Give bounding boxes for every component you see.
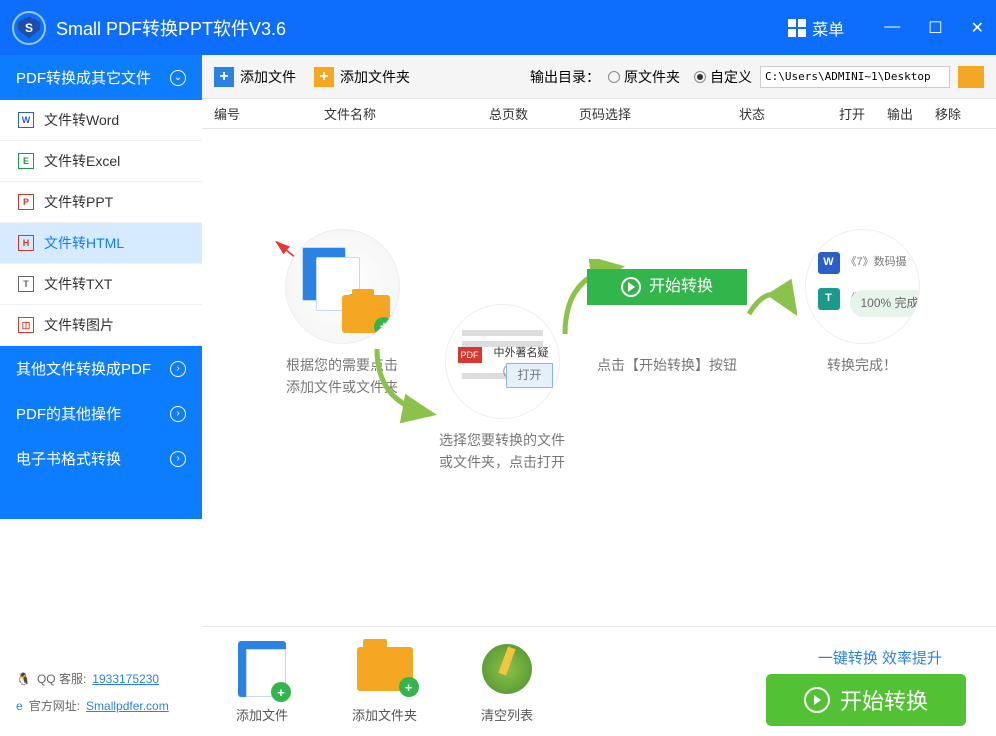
play-icon [621, 277, 641, 297]
sidebar-item-excel[interactable]: E 文件转Excel [0, 141, 202, 182]
sidebar-item-ppt[interactable]: P 文件转PPT [0, 182, 202, 223]
image-icon: ◫ [18, 317, 34, 333]
qq-icon: 🐧 [16, 672, 31, 686]
guide-step-3: 开始转换 点击【开始转换】按钮 [567, 229, 767, 376]
plus-icon: + [214, 67, 234, 87]
guide-text: 选择您要转换的文件 或文件夹，点击打开 [402, 429, 602, 474]
button-label: 添加文件 [240, 67, 296, 87]
html-icon: H [18, 235, 34, 251]
menu-button[interactable]: 菜单 [788, 16, 844, 40]
globe-icon: e [16, 699, 23, 713]
radio-icon [608, 71, 620, 83]
button-label: 开始转换 [840, 684, 928, 716]
sidebar-item-word[interactable]: W 文件转Word [0, 100, 202, 141]
sidebar-item-label: 文件转Excel [44, 151, 120, 171]
sidebar-footer: 🐧 QQ 客服: 1933175230 e 官方网址: Smallpdfer.c… [0, 658, 202, 736]
col-open: 打开 [839, 104, 887, 123]
bottom-bar: + 添加文件 + 添加文件夹 清空列表 一键转换 效率提升 开始转换 [202, 626, 996, 736]
button-label: 添加文件 [232, 705, 292, 724]
qq-label: QQ 客服: [37, 670, 86, 687]
button-label: 开始转换 [649, 274, 713, 300]
add-file-button[interactable]: + 添加文件 [214, 67, 296, 87]
slogan-text: 一键转换 效率提升 [818, 647, 942, 668]
col-pages: 总页数 [489, 104, 579, 123]
table-header: 编号 文件名称 总页数 页码选择 状态 打开 输出 移除 [202, 99, 996, 129]
sidebar-header-other-to-pdf[interactable]: 其他文件转换成PDF › [0, 346, 202, 391]
sidebar-item-label: 文件转PPT [44, 192, 113, 212]
col-del: 移除 [935, 104, 983, 123]
menu-label: 菜单 [812, 16, 844, 40]
play-icon [804, 687, 830, 713]
excel-icon: E [18, 153, 34, 169]
minimize-button[interactable]: — [884, 18, 900, 38]
radio-original-folder[interactable]: 原文件夹 [608, 67, 680, 87]
browse-folder-button[interactable] [958, 66, 984, 88]
button-label: 清空列表 [477, 705, 537, 724]
main-panel: + 添加文件 + 添加文件夹 输出目录： 原文件夹 自定义 编号 文件名称 [202, 55, 996, 736]
brush-icon [482, 644, 532, 694]
sidebar-item-image[interactable]: ◫ 文件转图片 [0, 305, 202, 346]
sidebar-header-label: 电子书格式转换 [16, 448, 121, 469]
sidebar-header-label: PDF的其他操作 [16, 403, 121, 424]
col-out: 输出 [887, 104, 935, 123]
radio-icon [694, 71, 706, 83]
bottom-add-folder[interactable]: + 添加文件夹 [352, 639, 417, 724]
sidebar-header-label: 其他文件转换成PDF [16, 358, 151, 379]
sidebar-header-pdf-to-other[interactable]: PDF转换成其它文件 ⌄ [0, 55, 202, 100]
sidebar-item-label: 文件转TXT [44, 274, 112, 294]
col-sel: 页码选择 [579, 104, 739, 123]
chevron-right-icon: › [170, 451, 186, 467]
site-label: 官方网址: [29, 697, 80, 714]
chevron-down-icon: ⌄ [170, 70, 186, 86]
ppt-icon: P [18, 194, 34, 210]
button-label: 添加文件夹 [340, 67, 410, 87]
col-status: 状态 [739, 104, 839, 123]
site-link[interactable]: Smallpdfer.com [86, 699, 169, 713]
output-label: 输出目录： [530, 67, 600, 87]
col-num: 编号 [214, 104, 324, 123]
sidebar-item-label: 文件转图片 [44, 315, 114, 335]
sidebar-accent-bar [0, 481, 202, 519]
bottom-add-file[interactable]: + 添加文件 [232, 639, 292, 724]
sidebar-header-label: PDF转换成其它文件 [16, 67, 151, 88]
guide-text: 转换完成！ [762, 354, 962, 376]
grid-icon [788, 19, 806, 37]
plus-icon: + [314, 67, 334, 87]
sidebar-item-label: 文件转Word [44, 110, 119, 130]
sidebar: PDF转换成其它文件 ⌄ W 文件转Word E 文件转Excel P 文件转P… [0, 55, 202, 736]
sidebar-item-html[interactable]: H 文件转HTML [0, 223, 202, 264]
guide-text: 点击【开始转换】按钮 [567, 354, 767, 376]
word-icon: W [18, 112, 34, 128]
chevron-right-icon: › [170, 361, 186, 377]
button-label: 添加文件夹 [352, 705, 417, 724]
sidebar-header-pdf-ops[interactable]: PDF的其他操作 › [0, 391, 202, 436]
guide-canvas: + + 根据您的需要点击 添加文件或文件夹 PDF 中外著名疑(*.pdf,*. [202, 129, 996, 626]
radio-label: 原文件夹 [624, 67, 680, 87]
app-title: Small PDF转换PPT软件V3.6 [56, 15, 788, 41]
chevron-right-icon: › [170, 406, 186, 422]
sidebar-item-txt[interactable]: T 文件转TXT [0, 264, 202, 305]
radio-custom-folder[interactable]: 自定义 [694, 67, 752, 87]
start-convert-button[interactable]: 开始转换 [766, 674, 966, 726]
sidebar-header-ebook[interactable]: 电子书格式转换 › [0, 436, 202, 481]
guide-step-4: W《7》数码摄 T《7》 100% 完成 转换完成！ [762, 229, 962, 376]
toolbar: + 添加文件 + 添加文件夹 输出目录： 原文件夹 自定义 [202, 55, 996, 99]
maximize-button[interactable]: ☐ [928, 18, 942, 38]
bottom-clear-list[interactable]: 清空列表 [477, 639, 537, 724]
qq-link[interactable]: 1933175230 [92, 672, 159, 686]
output-path-input[interactable] [760, 66, 950, 88]
close-button[interactable]: ✕ [971, 18, 984, 38]
txt-icon: T [18, 276, 34, 292]
app-logo: S [12, 11, 46, 45]
add-folder-button[interactable]: + 添加文件夹 [314, 67, 410, 87]
radio-label: 自定义 [710, 67, 752, 87]
title-bar: S Small PDF转换PPT软件V3.6 菜单 — ☐ ✕ [0, 0, 996, 55]
col-name: 文件名称 [324, 104, 489, 123]
window-controls: — ☐ ✕ [884, 18, 984, 38]
sidebar-item-label: 文件转HTML [44, 233, 124, 253]
